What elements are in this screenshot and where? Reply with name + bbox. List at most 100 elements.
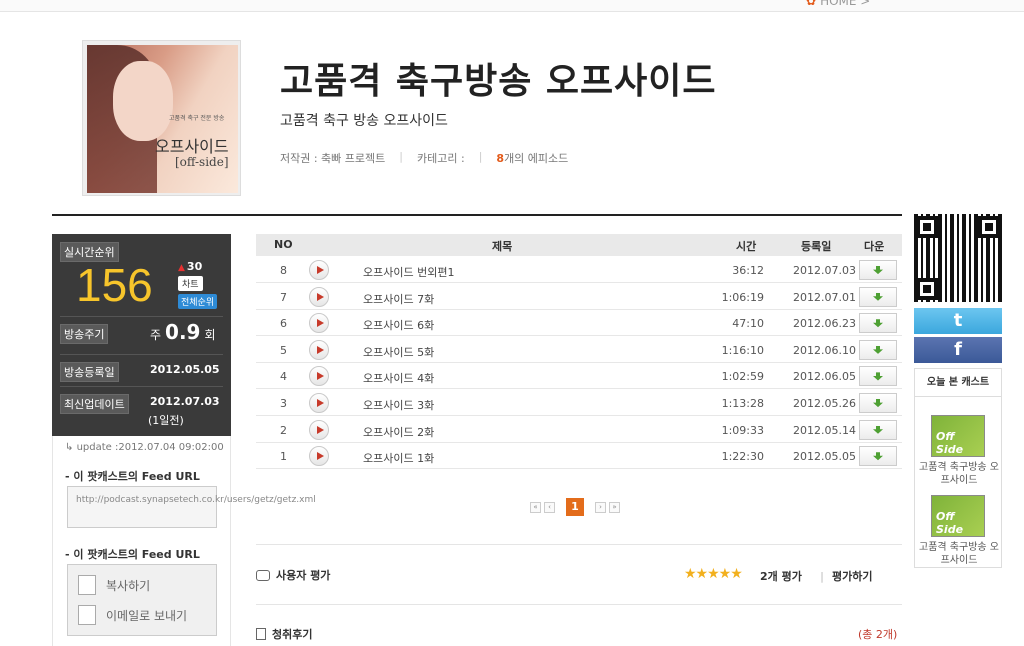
episode-date: 2012.07.01 <box>793 290 856 304</box>
episode-no: 5 <box>280 343 287 357</box>
episode-date: 2012.05.26 <box>793 397 856 410</box>
recently-viewed-box: 오늘 본 캐스트 Off Side 고품격 축구방송 오프사이드 Off Sid… <box>914 368 1002 568</box>
rate-button[interactable]: | 평가하기 <box>820 568 873 584</box>
play-icon[interactable] <box>309 366 329 387</box>
cover-text-3: [off-side] <box>175 155 229 169</box>
episode-no: 7 <box>280 290 287 304</box>
play-icon[interactable] <box>309 339 329 360</box>
episode-date: 2012.05.05 <box>793 450 856 464</box>
next-page-button[interactable]: › <box>595 501 606 513</box>
recently-viewed-title: 오늘 본 캐스트 <box>915 369 1001 397</box>
play-icon[interactable] <box>309 419 329 440</box>
download-icon[interactable] <box>859 286 897 307</box>
feed-title: - 이 팟캐스트의 Feed URL <box>65 470 200 483</box>
home-icon: ✿ <box>806 0 817 8</box>
cover-text-1: 고품격 축구 전문 방송 <box>169 115 225 122</box>
prev-page-button[interactable]: ‹ <box>544 501 555 513</box>
play-icon[interactable] <box>309 260 329 280</box>
download-icon[interactable] <box>859 339 897 360</box>
episode-no: 2 <box>280 423 287 437</box>
cycle-value: 주 0.9 회 <box>150 320 216 344</box>
download-icon[interactable] <box>859 260 897 280</box>
twitter-button[interactable]: t <box>914 308 1002 334</box>
episode-time: 1:06:19 <box>721 290 764 304</box>
cycle-label: 방송주기 <box>60 324 109 344</box>
download-icon[interactable] <box>859 446 897 467</box>
podcast-title: 고품격 축구방송 오프사이드 <box>280 61 717 102</box>
episode-time: 1:13:28 <box>721 397 764 410</box>
episode-no: 3 <box>280 397 287 410</box>
episode-time: 36:12 <box>732 264 764 277</box>
episode-date: 2012.06.05 <box>793 370 856 384</box>
episode-date: 2012.06.23 <box>793 317 856 331</box>
envelope-icon <box>78 605 96 625</box>
feed-title-2: - 이 팟캐스트의 Feed URL <box>65 548 200 561</box>
registered-label: 방송등록일 <box>60 362 119 382</box>
table-row: 8 오프사이드 번외편1 36:12 2012.07.03 <box>256 257 902 283</box>
copy-button[interactable]: 복사하기 <box>78 575 150 595</box>
download-icon[interactable] <box>859 419 897 440</box>
download-icon[interactable] <box>859 313 897 334</box>
feed-panel: ↳ update :2012.07.04 09:02:00 - 이 팟캐스트의 … <box>52 436 316 646</box>
table-row: 2 오프사이드 2화 1:09:33 2012.05.14 <box>256 417 902 443</box>
current-page[interactable]: 1 <box>566 498 584 516</box>
col-download: 다운 <box>864 240 885 253</box>
download-icon[interactable] <box>859 393 897 413</box>
episode-title[interactable]: 오프사이드 4화 <box>363 370 434 386</box>
table-row: 5 오프사이드 5화 1:16:10 2012.06.10 <box>256 337 902 363</box>
episode-title[interactable]: 오프사이드 3화 <box>363 397 434 413</box>
col-title: 제목 <box>492 240 513 253</box>
episode-title[interactable]: 오프사이드 6화 <box>363 317 434 333</box>
episode-title[interactable]: 오프사이드 1화 <box>363 450 434 466</box>
play-icon[interactable] <box>309 286 329 307</box>
episode-time: 1:22:30 <box>721 450 764 464</box>
facebook-button[interactable]: f <box>914 337 1002 363</box>
episode-title[interactable]: 오프사이드 2화 <box>363 424 434 440</box>
cover-text-2: 오프사이드 <box>155 137 229 156</box>
episode-title[interactable]: 오프사이드 5화 <box>363 344 434 360</box>
rank-change: ▲ 30 <box>178 260 203 273</box>
episode-time: 1:16:10 <box>721 343 764 357</box>
episode-no: 6 <box>280 317 287 331</box>
home-label[interactable]: HOME > <box>820 0 870 8</box>
cast-thumbnail[interactable]: Off Side <box>931 495 985 537</box>
col-date: 등록일 <box>801 240 832 253</box>
play-icon[interactable] <box>309 313 329 334</box>
episode-date: 2012.07.03 <box>793 264 856 277</box>
episode-time: 1:09:33 <box>721 423 764 437</box>
cast-thumbnail[interactable]: Off Side <box>931 415 985 457</box>
play-icon[interactable] <box>309 446 329 467</box>
chart-button[interactable]: 차트 <box>178 276 203 291</box>
cast-title[interactable]: 고품격 축구방송 오프사이드 <box>919 461 999 487</box>
first-page-button[interactable]: « <box>530 501 541 513</box>
last-page-button[interactable]: » <box>609 501 620 513</box>
author-label: 저작권 : 축빠 프로젝트 <box>280 152 386 165</box>
episode-title[interactable]: 오프사이드 7화 <box>363 291 434 307</box>
table-row: 7 오프사이드 7화 1:06:19 2012.07.01 <box>256 284 902 310</box>
podcast-subtitle: 고품격 축구 방송 오프사이드 <box>280 113 448 129</box>
rating-stars: ★★★★★ <box>684 566 743 582</box>
divider <box>52 214 902 216</box>
table-row: 6 오프사이드 6화 47:10 2012.06.23 <box>256 310 902 337</box>
table-header: NO 제목 시간 등록일 다운 <box>256 234 902 256</box>
document-icon <box>78 575 96 595</box>
table-row: 1 오프사이드 1화 1:22:30 2012.05.05 <box>256 443 902 470</box>
home-link[interactable]: ✿ HOME > <box>806 0 870 8</box>
all-rank-button[interactable]: 전체순위 <box>178 294 218 309</box>
up-arrow-icon: ▲ <box>178 263 185 273</box>
review-total: (총 2개) <box>858 628 898 641</box>
user-rating-title: 사용자 평가 <box>256 567 330 583</box>
cast-title[interactable]: 고품격 축구방송 오프사이드 <box>919 541 999 567</box>
top-bar: ✿ HOME > <box>0 0 1024 12</box>
col-time: 시간 <box>736 240 757 253</box>
episode-time: 47:10 <box>732 317 764 331</box>
update-time: ↳ update :2012.07.04 09:02:00 <box>65 442 224 453</box>
category-label: 카테고리 : <box>417 152 465 165</box>
play-icon[interactable] <box>309 393 329 413</box>
download-icon[interactable] <box>859 366 897 387</box>
document-icon <box>256 628 266 640</box>
episode-date: 2012.05.14 <box>793 423 856 437</box>
episode-title[interactable]: 오프사이드 번외편1 <box>363 264 454 280</box>
feed-url-box[interactable]: http://podcast.synapsetech.co.kr/users/g… <box>67 486 316 528</box>
email-button[interactable]: 이메일로 보내기 <box>78 605 187 625</box>
